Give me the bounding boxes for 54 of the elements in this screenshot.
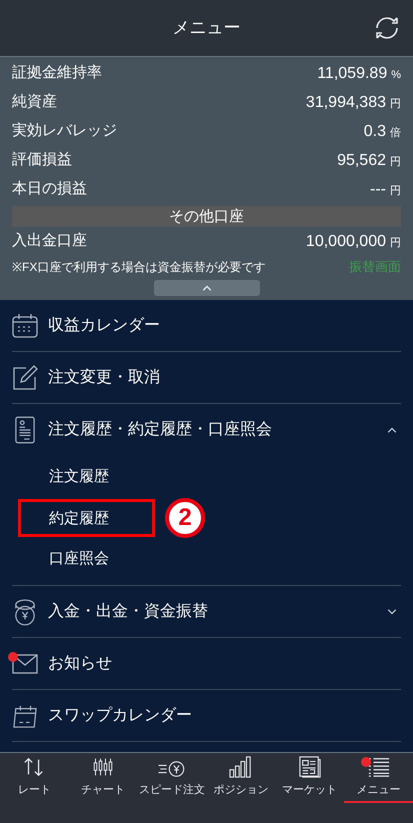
unit-label: 円: [390, 154, 401, 170]
menu-item[interactable]: 入金・出金・資金振替: [12, 586, 401, 638]
tab[interactable]: チャート: [68, 753, 138, 803]
envelope-icon: [12, 654, 38, 674]
field-label: 入出金口座: [12, 231, 87, 252]
menu-label: 注文履歴・約定履歴・口座照会: [48, 420, 273, 440]
field-label: 純資産: [12, 92, 57, 112]
unit-label: 円: [390, 184, 401, 198]
list-icon: [368, 756, 390, 778]
calendar-icon: [12, 312, 38, 338]
unit-label: 円: [390, 96, 401, 112]
menu-label: 入金・出金・資金振替: [48, 602, 209, 622]
field-value: 10,000,000: [306, 232, 386, 252]
field-label: 証拠金維持率: [12, 63, 102, 84]
tab[interactable]: ポジション: [206, 753, 276, 803]
field-label: 本日の損益: [12, 179, 87, 200]
field-label: 評価損益: [12, 150, 72, 170]
menu-label: スワップカレンダー: [48, 706, 193, 726]
note-text: ※FX口座で利用する場合は資金振替が必要です: [12, 259, 266, 276]
unit-label: 倍: [390, 126, 401, 140]
menu-label: お知らせ: [48, 654, 113, 674]
menu-item[interactable]: 注文履歴・約定履歴・口座照会: [12, 404, 401, 456]
pencil-icon: [12, 364, 38, 390]
chevron-up-icon: [202, 285, 212, 291]
bar-chart-icon: [228, 756, 253, 778]
screen-title: メニュー: [172, 17, 240, 40]
submenu-item[interactable]: 約定履歴: [18, 498, 155, 536]
tab[interactable]: マーケット: [275, 753, 344, 803]
step-number-badge: 2: [165, 498, 205, 538]
menu-label: 注文変更・取消: [48, 368, 161, 388]
section-header: その他口座: [12, 206, 401, 227]
field-value: 31,994,383: [306, 92, 386, 112]
menu-item[interactable]: スワップカレンダー: [12, 690, 401, 742]
field-value: 11,059.89: [317, 64, 388, 84]
field-value: 95,562: [337, 150, 386, 170]
unit-label: 円: [390, 236, 401, 250]
field-label: 実効レバレッジ: [12, 121, 117, 142]
document-icon: [15, 416, 35, 444]
tab[interactable]: レート: [0, 753, 69, 803]
field-value: 0.3: [364, 122, 386, 142]
tab[interactable]: スピード注文: [138, 753, 206, 803]
newspaper-icon: [298, 756, 321, 778]
menu-item[interactable]: お知らせ: [12, 638, 401, 690]
coins-icon: [14, 598, 36, 626]
unit-label: %: [391, 68, 401, 82]
submenu-item[interactable]: 口座照会: [18, 540, 109, 578]
menu-item[interactable]: 注文変更・取消: [12, 352, 401, 404]
menu-label: 収益カレンダー: [48, 316, 161, 336]
field-value: ---: [370, 180, 386, 200]
calendar-date-icon: [12, 704, 38, 728]
tab[interactable]: メニュー: [344, 753, 413, 803]
submenu-item[interactable]: 注文履歴: [18, 458, 109, 496]
menu-item[interactable]: 収益カレンダー: [12, 300, 401, 352]
candlestick-icon: [93, 756, 114, 778]
